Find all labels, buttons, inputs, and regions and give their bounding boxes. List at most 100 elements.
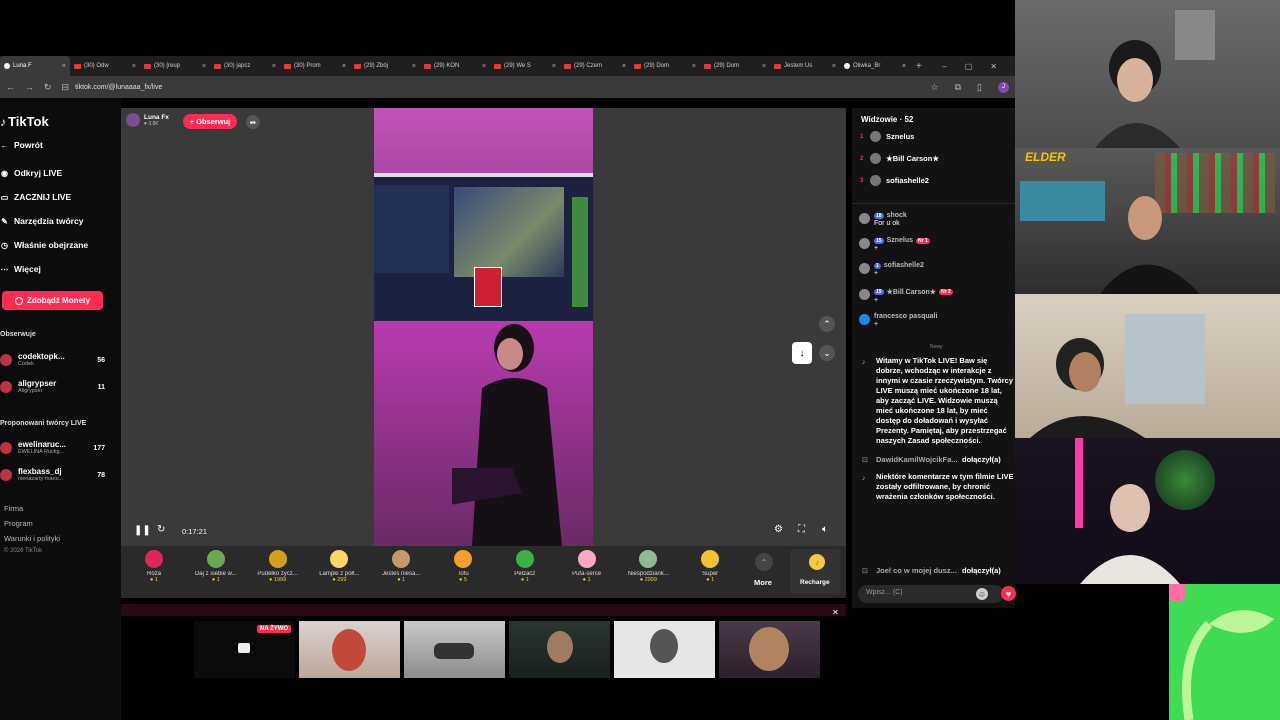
browser-tab[interactable]: (30) japcz × xyxy=(210,56,280,76)
scroll-up-icon[interactable]: ⌃ xyxy=(819,316,835,332)
chat-avatar[interactable] xyxy=(859,238,870,249)
close-tab-icon[interactable]: × xyxy=(902,63,906,70)
maximize-icon[interactable]: ▢ xyxy=(965,62,973,71)
gift-item[interactable]: Jesteś niesa... ● 1 xyxy=(373,550,429,583)
close-tab-icon[interactable]: × xyxy=(202,63,206,70)
back-button[interactable]: ← Powrót xyxy=(0,140,43,150)
join-user[interactable]: DawidKamilWojcikFa... xyxy=(876,455,958,464)
gift-item[interactable]: Pufa-serce ● 1 xyxy=(559,550,615,583)
gift-item[interactable]: Daj z siebie w... ● 1 xyxy=(188,550,244,583)
gift-item[interactable]: Tofu ● 5 xyxy=(435,550,491,583)
refresh-icon[interactable]: ↻ xyxy=(157,524,165,535)
close-tab-icon[interactable]: × xyxy=(692,63,696,70)
gifts-more-label[interactable]: More xyxy=(754,578,772,587)
back-arrow-icon[interactable]: ← xyxy=(6,82,15,92)
browser-tab[interactable]: Jestem Us × xyxy=(770,56,840,76)
close-icon[interactable]: ✕ xyxy=(832,608,839,617)
close-window-icon[interactable]: ✕ xyxy=(990,62,997,71)
settings-gear-icon[interactable]: ⚙ xyxy=(774,524,783,535)
sidebar-item[interactable]: ⋯ Więcej xyxy=(0,264,41,274)
gift-item[interactable]: Lampki z półt... ● 299 xyxy=(311,550,367,583)
browser-tab[interactable]: (29) KON × xyxy=(420,56,490,76)
gift-item[interactable]: Pełzacz ● 1 xyxy=(497,550,553,583)
browser-tab[interactable]: (29) We S × xyxy=(490,56,560,76)
gift-item[interactable]: Róża ● 1 xyxy=(126,550,182,583)
chat-avatar[interactable] xyxy=(859,213,870,224)
host-avatar[interactable] xyxy=(126,113,140,127)
gift-item[interactable]: Pudełko życz... ● 1999 xyxy=(250,550,306,583)
profile-avatar[interactable]: J xyxy=(998,81,1009,93)
gifts-more-icon[interactable]: ⌃ xyxy=(755,553,773,571)
volume-icon[interactable]: 🔈︎ xyxy=(822,524,828,535)
chat-user[interactable]: 18 shock xyxy=(874,212,907,219)
close-tab-icon[interactable]: × xyxy=(552,63,556,70)
url-field[interactable]: tiktok.com/@lunaaaa_fx/live xyxy=(75,84,162,91)
host-info[interactable]: Luna Fx ♥ 3.8K xyxy=(126,113,169,127)
get-coins-button[interactable]: Zdobądź Monety xyxy=(2,291,103,310)
browser-tab[interactable]: (29) Dom × xyxy=(700,56,770,76)
browser-tab[interactable]: Oliwka_Br × xyxy=(840,56,910,76)
chat-user[interactable]: francesco pasquali xyxy=(874,313,937,320)
browser-tab[interactable]: (29) Dom × xyxy=(630,56,700,76)
pause-icon[interactable]: ❚❚ xyxy=(134,525,151,536)
extensions-icon[interactable]: ⧉ xyxy=(955,82,961,93)
browser-tab[interactable]: (30) Prom × xyxy=(280,56,350,76)
sidebar-item[interactable]: ◷ Właśnie obejrzane xyxy=(0,240,88,250)
footer-link-company[interactable]: Firma xyxy=(4,504,23,513)
tiktok-logo[interactable]: ♪ TikTok xyxy=(0,114,49,129)
join-user[interactable]: Joel co w mojej dusz... xyxy=(876,566,957,575)
sidebar-item[interactable]: ▭ ZACZNIJ LIVE xyxy=(0,192,71,202)
emoji-icon[interactable]: ☺ xyxy=(976,588,988,600)
chat-avatar[interactable] xyxy=(859,289,870,300)
live-thumbnail[interactable] xyxy=(404,621,505,678)
browser-tab[interactable]: (30) [reup × xyxy=(140,56,210,76)
top-viewer[interactable]: 1 Sznelus xyxy=(860,131,914,142)
chat-user[interactable]: 15 Sznelus Nr 1 xyxy=(874,237,930,244)
fullscreen-icon[interactable]: ⛶ xyxy=(798,524,805,535)
scroll-down-icon[interactable]: ⌄ xyxy=(819,345,835,361)
download-icon[interactable]: ↓ xyxy=(792,342,812,364)
browser-tab[interactable]: (29) Zbój × xyxy=(350,56,420,76)
minimize-icon[interactable]: – xyxy=(942,62,946,71)
footer-link-program[interactable]: Program xyxy=(4,519,33,528)
share-icon[interactable]: ➦ xyxy=(246,115,260,129)
gift-item[interactable]: Super ● 1 xyxy=(682,550,738,583)
viewers-title[interactable]: Widzowie · 52 xyxy=(861,115,913,124)
close-tab-icon[interactable]: × xyxy=(482,63,486,70)
bookmark-star-icon[interactable]: ☆ xyxy=(931,82,939,93)
close-tab-icon[interactable]: × xyxy=(272,63,276,70)
follow-button[interactable]: + Obserwuj xyxy=(183,114,237,129)
close-tab-icon[interactable]: × xyxy=(762,63,766,70)
new-tab-button[interactable]: + xyxy=(916,61,922,72)
close-tab-icon[interactable]: × xyxy=(832,63,836,70)
close-tab-icon[interactable]: × xyxy=(342,63,346,70)
close-tab-icon[interactable]: × xyxy=(62,63,66,70)
close-tab-icon[interactable]: × xyxy=(622,63,626,70)
creator-item[interactable]: flexbass_dj nienazarty mariu... 78 xyxy=(0,467,105,483)
footer-link-terms[interactable]: Warunki i polityki xyxy=(4,534,60,543)
site-info-icon[interactable]: ⊟ xyxy=(62,82,70,93)
close-tab-icon[interactable]: × xyxy=(412,63,416,70)
sidebar-item[interactable]: ✎ Narzędzia twórcy xyxy=(0,216,83,226)
live-thumbnail[interactable] xyxy=(719,621,820,678)
top-viewer[interactable]: 3 sofiashelle2 xyxy=(860,175,929,186)
chat-avatar[interactable] xyxy=(859,314,870,325)
top-viewer[interactable]: 2 ★Bill Carson★ xyxy=(860,153,939,164)
sidebar-icon[interactable]: ▯ xyxy=(977,82,982,93)
close-tab-icon[interactable]: × xyxy=(132,63,136,70)
creator-item[interactable]: aligrypser Aligrypser 11 xyxy=(0,379,105,395)
live-thumbnail[interactable] xyxy=(509,621,610,678)
forward-arrow-icon[interactable]: → xyxy=(25,82,34,92)
reload-icon[interactable]: ↻ xyxy=(44,82,52,93)
browser-tab[interactable]: (30) Odw × xyxy=(70,56,140,76)
live-video[interactable] xyxy=(374,108,593,546)
chat-avatar[interactable] xyxy=(859,263,870,274)
like-heart-icon[interactable]: ♥ xyxy=(1001,586,1016,601)
browser-tab[interactable]: (29) Czem × xyxy=(560,56,630,76)
chat-user[interactable]: 19 ★Bill Carson★ Nr 2 xyxy=(874,288,953,296)
live-thumbnail[interactable] xyxy=(299,621,400,678)
creator-item[interactable]: ewelinaruc... EWELINA Ruckg... 177 xyxy=(0,440,105,456)
gift-item[interactable]: Niespodziank... ● 2999 xyxy=(620,550,676,583)
creator-item[interactable]: codektopk... Codek 56 xyxy=(0,352,105,368)
live-thumbnail[interactable] xyxy=(614,621,715,678)
